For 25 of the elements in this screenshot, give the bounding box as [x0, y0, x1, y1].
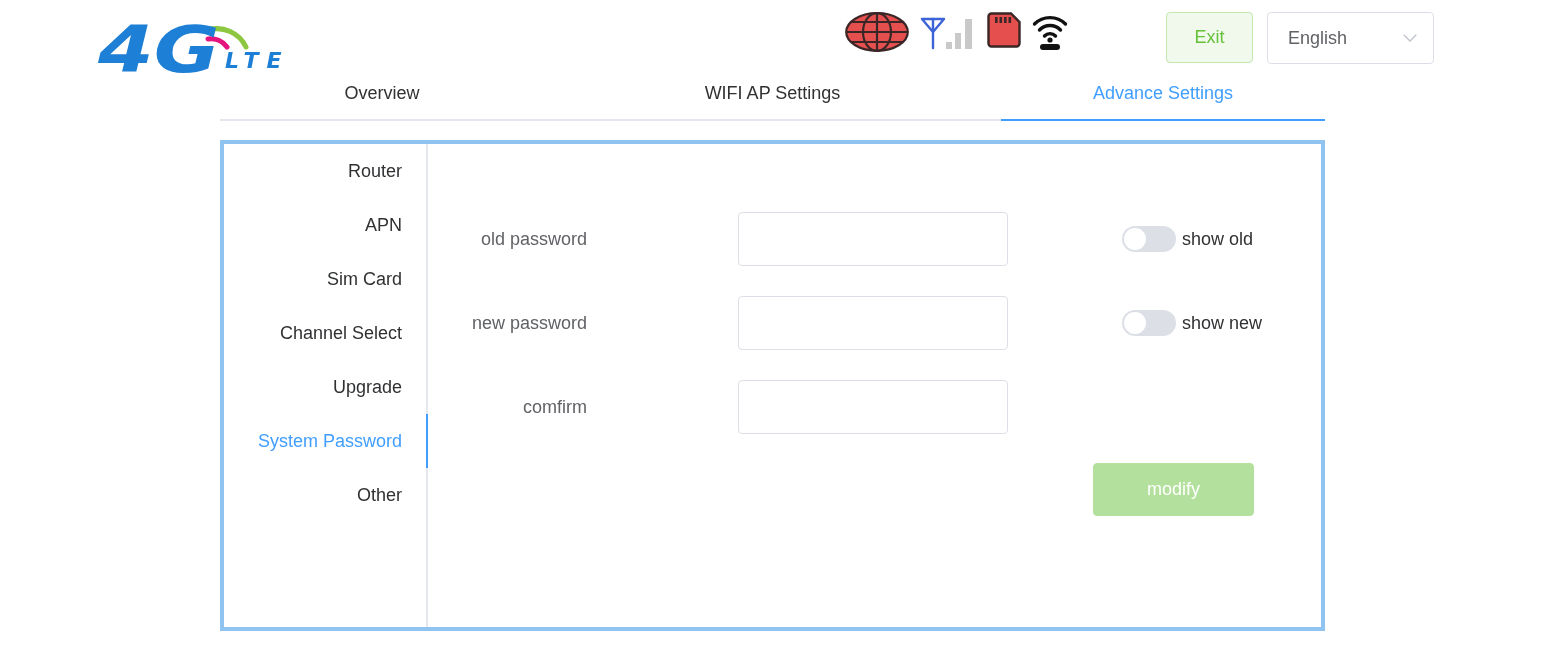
toggle-label: show new: [1182, 312, 1263, 334]
chevron-icon: [1403, 34, 1417, 42]
password-field[interactable]: [738, 380, 1008, 434]
logo-text: 4G: [98, 20, 220, 80]
toggle-label: show old: [1182, 228, 1254, 250]
sd-card-icon: [987, 12, 1021, 48]
sidebar-item[interactable]: Channel Select: [224, 306, 428, 360]
field-label: comfirm: [522, 396, 587, 418]
language-select[interactable]: English: [1267, 12, 1434, 64]
tab[interactable]: WIFI AP Settings: [610, 80, 935, 121]
password-field[interactable]: [738, 296, 1008, 350]
sidebar-item[interactable]: Sim Card: [224, 252, 428, 306]
signal-icon: [920, 16, 974, 50]
sidebar-item[interactable]: APN: [224, 198, 428, 252]
sidebar-item[interactable]: Upgrade: [224, 360, 428, 414]
sidebar-item[interactable]: Router: [224, 144, 428, 198]
sidebar-item[interactable]: Other: [224, 468, 428, 522]
field-label: old password: [479, 228, 587, 250]
toggle-switch[interactable]: [1122, 226, 1176, 252]
toggle-switch[interactable]: [1122, 310, 1176, 336]
field-label: new password: [470, 312, 587, 334]
tab[interactable]: Overview: [220, 80, 544, 121]
globe-icon: [845, 12, 909, 52]
password-field[interactable]: [738, 212, 1008, 266]
logo-subtext: LTE: [225, 50, 290, 72]
